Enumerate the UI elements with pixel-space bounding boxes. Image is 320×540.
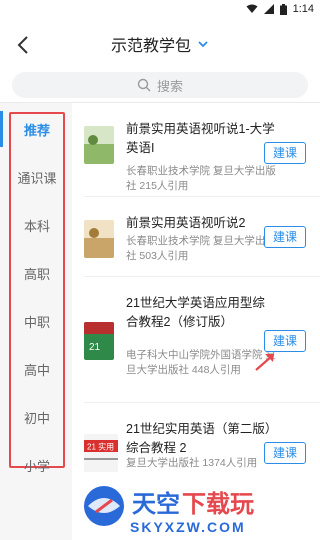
book-title: 21世纪实用英语（第二版）综合教程 2 — [126, 422, 272, 455]
signal-icon — [263, 4, 274, 14]
status-icons: 1:14 — [246, 3, 314, 15]
divider — [84, 196, 320, 197]
search-placeholder: 搜索 — [156, 78, 183, 94]
book-cover: 21 — [84, 322, 114, 360]
book-meta: 复旦大学出版社 1374人引用 — [126, 457, 258, 469]
book-meta: 长春职业技术学院 复旦大学出版社 215人引用 — [126, 165, 276, 192]
active-indicator — [0, 111, 3, 147]
category-item-high-school[interactable]: 高中 — [11, 360, 63, 379]
page-title: 示范教学包 — [110, 38, 191, 55]
build-course-button[interactable]: 建课 — [264, 330, 306, 352]
chevron-down-icon — [198, 41, 208, 48]
back-arrow-icon — [17, 36, 28, 54]
book-cover — [84, 220, 114, 258]
search-input[interactable]: 搜索 — [12, 72, 308, 98]
category-item-recommend[interactable]: 推荐 — [11, 120, 63, 139]
category-item-middle-school[interactable]: 初中 — [11, 408, 63, 427]
build-course-button[interactable]: 建课 — [264, 226, 306, 248]
wifi-icon — [246, 4, 258, 13]
book-item[interactable]: 21 实用 21世纪实用英语（第二版）综合教程 2 复旦大学出版社 1374人引… — [72, 412, 320, 502]
category-item-vocational-college[interactable]: 高职 — [11, 264, 63, 283]
book-meta: 长春职业技术学院 复旦大学出版社 503人引用 — [126, 235, 276, 262]
book-title: 前景实用英语视听说1-大学英语I — [126, 122, 275, 155]
svg-text:21: 21 — [89, 342, 101, 353]
category-item-primary-school[interactable]: 小学 — [11, 456, 63, 475]
book-item[interactable]: 前景实用英语视听说2 长春职业技术学院 复旦大学出版社 503人引用 建课 — [72, 206, 320, 290]
category-item-vocational-school[interactable]: 中职 — [11, 312, 63, 331]
book-cover: 21 实用 — [84, 434, 118, 472]
back-button[interactable] — [10, 32, 36, 58]
divider — [84, 402, 320, 403]
svg-text:SKYXZW.COM: SKYXZW.COM — [130, 519, 246, 535]
build-course-button[interactable]: 建课 — [264, 142, 306, 164]
svg-text:21 实用: 21 实用 — [87, 442, 114, 452]
status-bar: 1:14 — [0, 0, 320, 20]
search-icon — [137, 78, 151, 92]
annotation-arrow-icon — [255, 354, 274, 371]
category-item-undergrad[interactable]: 本科 — [11, 216, 63, 235]
category-item-general[interactable]: 通识课 — [11, 168, 63, 187]
category-sidebar: 推荐 通识课 本科 高职 中职 高中 初中 小学 — [0, 103, 72, 540]
status-time: 1:14 — [292, 3, 314, 15]
top-nav: 示范教学包 — [0, 24, 320, 64]
book-item[interactable]: 21 21世纪大学英语应用型综合教程2（修订版） 电子科大中山学院外国语学院 复… — [72, 286, 320, 396]
book-title: 21世纪大学英语应用型综合教程2（修订版） — [126, 296, 265, 329]
category-highlight-box: 推荐 通识课 本科 高职 中职 高中 初中 小学 — [9, 112, 65, 474]
build-course-button[interactable]: 建课 — [264, 442, 306, 464]
book-item[interactable]: 前景实用英语视听说1-大学英语I 长春职业技术学院 复旦大学出版社 215人引用… — [72, 112, 320, 196]
divider — [84, 276, 320, 277]
title-dropdown[interactable]: 示范教学包 — [111, 32, 209, 56]
book-cover — [84, 126, 114, 164]
book-title: 前景实用英语视听说2 — [126, 216, 246, 230]
battery-icon — [279, 3, 287, 15]
